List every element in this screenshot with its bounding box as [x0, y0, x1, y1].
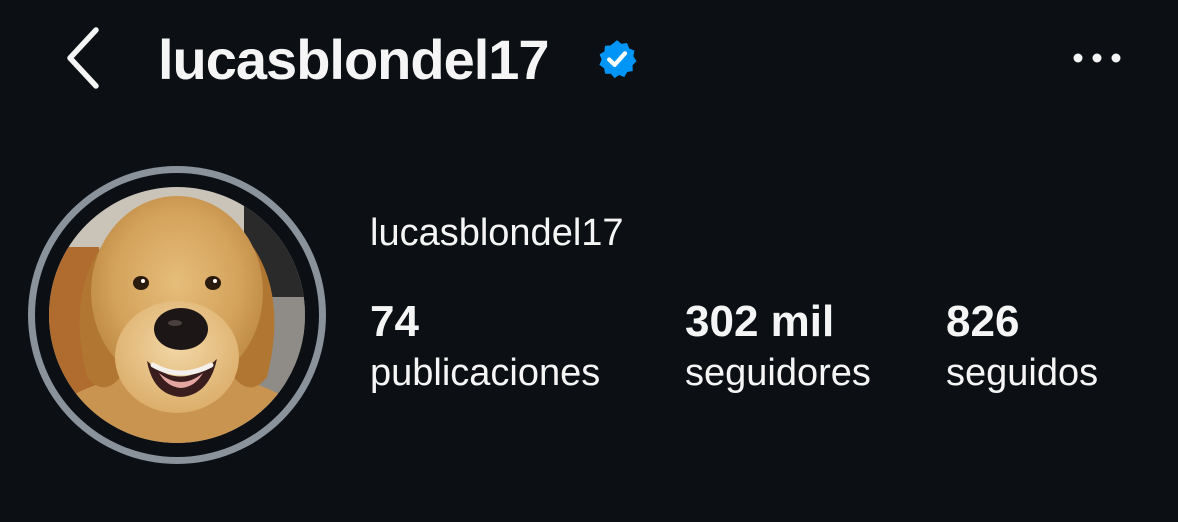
story-ring[interactable]	[28, 166, 326, 464]
following-value: 826	[946, 297, 1020, 346]
avatar[interactable]	[49, 187, 305, 443]
golden-retriever-avatar	[49, 187, 305, 443]
profile-username: lucasblondel17	[370, 212, 624, 254]
followers-label: seguidores	[685, 352, 871, 394]
following-label: seguidos	[946, 352, 1099, 394]
more-options-button[interactable]	[1064, 40, 1130, 76]
verified-badge-icon	[599, 40, 637, 79]
followers-count[interactable]: 302 mil seguidores	[685, 296, 871, 398]
chevron-left-icon	[67, 27, 99, 89]
back-button[interactable]	[58, 24, 108, 94]
following-count[interactable]: 826 seguidos	[946, 296, 1098, 398]
followers-value: 302 mil	[685, 297, 835, 346]
more-horizontal-icon	[1073, 53, 1121, 63]
header-username: lucasblondel17	[158, 28, 550, 91]
posts-value: 74	[370, 297, 419, 346]
avatar-gap	[35, 173, 319, 457]
posts-count[interactable]: 74 publicaciones	[370, 296, 600, 398]
profile-header: lucasblondel17	[0, 0, 1178, 122]
posts-label: publicaciones	[370, 352, 601, 394]
